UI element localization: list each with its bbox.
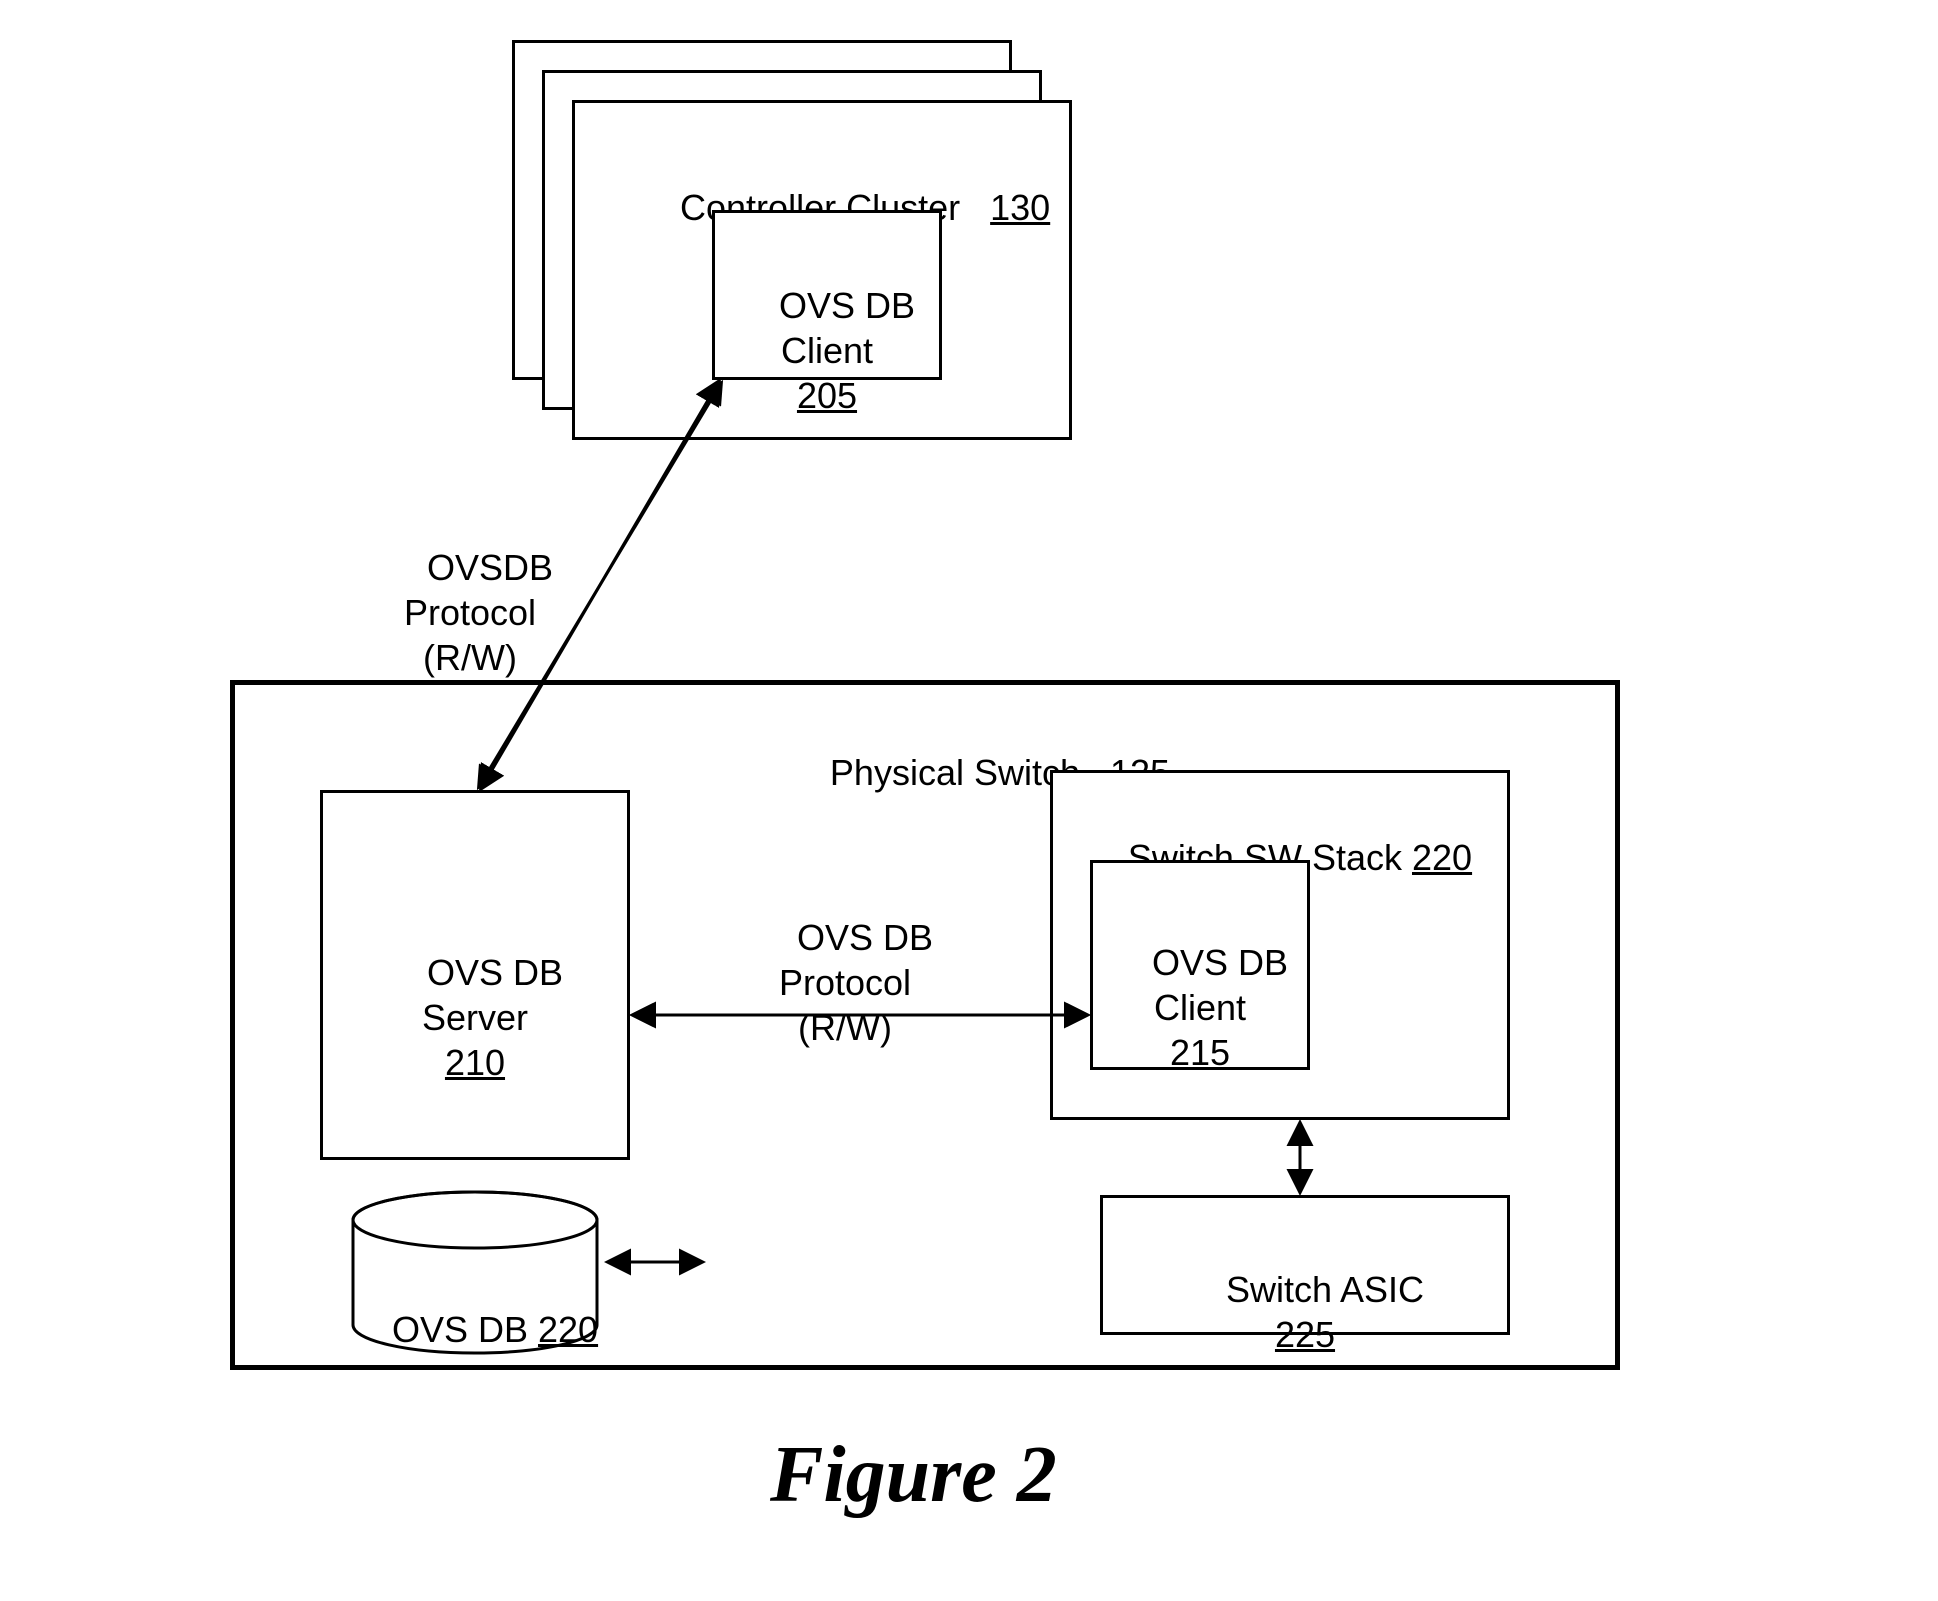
ovsdb-server-label: OVS DB Server 210	[320, 905, 630, 1130]
figure-caption: Figure 2	[770, 1430, 1057, 1521]
switch-asic-label: Switch ASIC 225	[1100, 1222, 1510, 1402]
controller-ovsdb-client-label: OVS DB Client 205	[712, 238, 942, 463]
link-server-stack-label: OVS DB Protocol (R/W)	[745, 870, 945, 1095]
swstack-ovsdb-client-label: OVS DB Client 215	[1090, 895, 1310, 1120]
diagram-canvas: Controller Cluster 130 OVS DB Client 205…	[0, 0, 1938, 1601]
ovsdb-cylinder-label: OVS DB 220	[350, 1262, 600, 1397]
